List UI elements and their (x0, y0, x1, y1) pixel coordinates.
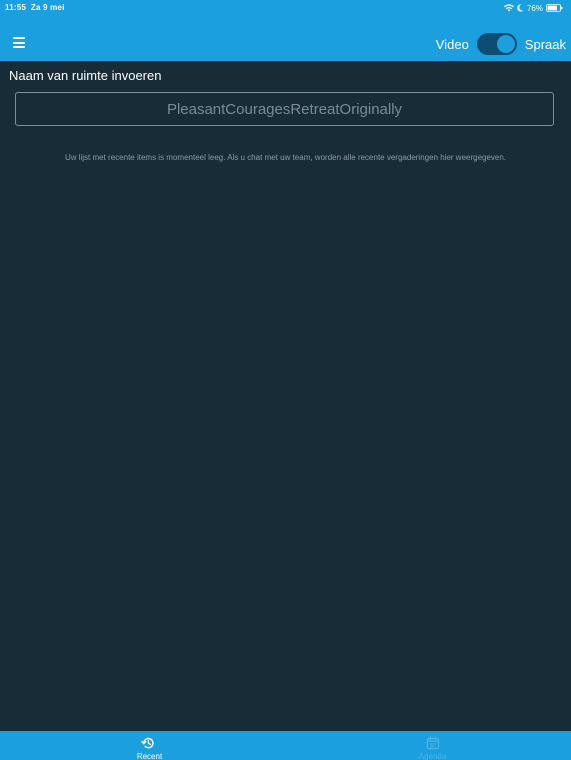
nav-bar: Video Spraak (0, 28, 571, 60)
tab-agenda-label: Agenda (418, 752, 447, 760)
battery-icon (546, 4, 563, 12)
history-icon (141, 736, 155, 750)
video-label: Video (435, 36, 469, 52)
status-clock: 11:55 (5, 3, 27, 12)
status-time: 11:55 Za 9 mei (5, 3, 65, 12)
calendar-icon (426, 736, 440, 750)
tab-agenda[interactable]: Agenda (285, 731, 570, 760)
status-indicators: 76% (503, 2, 563, 14)
status-date: Za 9 mei (30, 3, 65, 12)
toggle-knob (496, 35, 515, 53)
tab-bar: Recent Agenda (0, 731, 571, 760)
status-bar: 11:55 Za 9 mei 76% (0, 0, 571, 16)
moon-icon (517, 4, 524, 12)
battery-percentage: 76% (526, 3, 543, 13)
video-voice-switch: Video Spraak (436, 31, 566, 57)
meeting-app-screen: 11:55 Za 9 mei 76% Video Spraak Naam van… (0, 0, 571, 760)
wifi-icon (503, 4, 514, 12)
tab-recent-label: Recent (136, 752, 163, 760)
tab-recent[interactable]: Recent (0, 731, 285, 760)
video-voice-toggle[interactable] (476, 33, 517, 55)
spraak-label: Spraak (524, 36, 566, 52)
empty-recent-message: Uw lijst met recente items is momenteel … (64, 153, 507, 162)
room-name-input[interactable] (15, 92, 554, 126)
header: 11:55 Za 9 mei 76% Video Spraak (0, 0, 571, 61)
room-name-label: Naam van ruimte invoeren (9, 68, 162, 83)
hamburger-menu-icon[interactable] (13, 37, 27, 49)
